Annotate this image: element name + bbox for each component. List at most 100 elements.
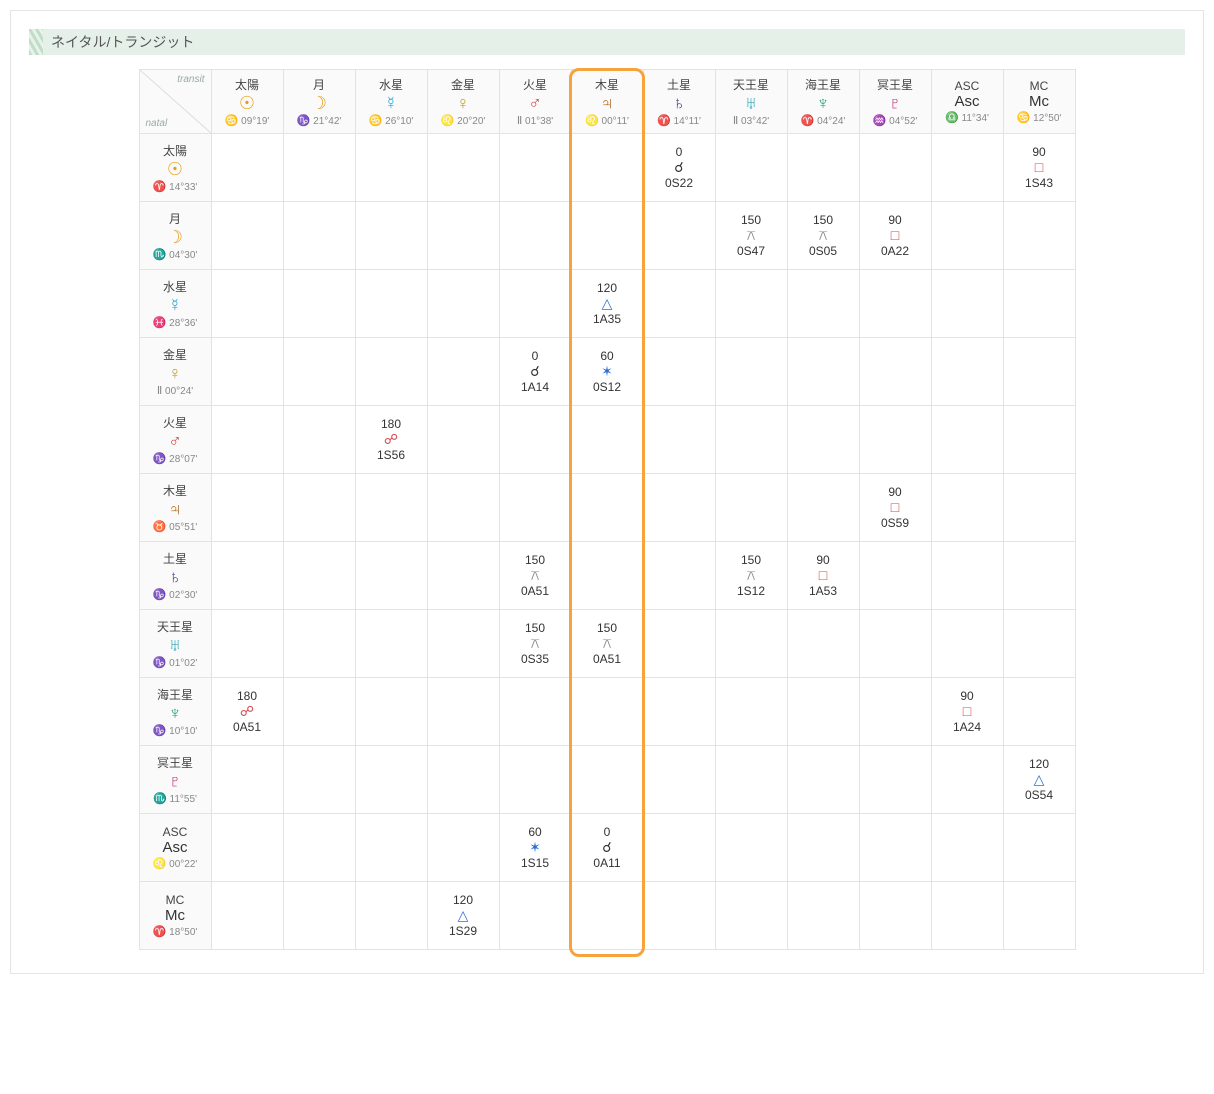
cell-venus-uranus: [715, 338, 787, 406]
cell-moon-asc: [931, 202, 1003, 270]
saturn-icon: ♄: [646, 93, 713, 115]
transit-position: ♌ 20°20': [430, 114, 497, 127]
aspect-orb: 0A11: [574, 856, 641, 870]
cell-saturn-venus: [427, 542, 499, 610]
planet-name: 土星: [646, 76, 713, 93]
natal-position: ♌ 00°22': [142, 857, 209, 870]
cell-uranus-asc: [931, 610, 1003, 678]
cell-mc-jupiter: [571, 882, 643, 950]
cell-asc-sun: [211, 814, 283, 882]
transit-position: ♈ 14°11': [646, 114, 713, 127]
cell-mars-neptune: [787, 406, 859, 474]
planet-name: MC: [142, 893, 209, 907]
planet-name: 海王星: [790, 76, 857, 93]
cell-moon-moon: [283, 202, 355, 270]
col-head-saturn: 土星♄♈ 14°11': [643, 70, 715, 134]
cell-asc-mars: 60✶1S15: [499, 814, 571, 882]
cell-mars-venus: [427, 406, 499, 474]
corner-transit-label: transit: [177, 74, 204, 85]
cell-neptune-pluto: [859, 678, 931, 746]
cell-mercury-mars: [499, 270, 571, 338]
cell-venus-mars: 0☌1A14: [499, 338, 571, 406]
cell-jupiter-uranus: [715, 474, 787, 542]
neptune-icon: ♆: [790, 93, 857, 115]
cell-pluto-saturn: [643, 746, 715, 814]
cell-pluto-pluto: [859, 746, 931, 814]
mars-icon: ♂: [142, 431, 209, 453]
pluto-icon: ♇: [142, 771, 209, 793]
cell-saturn-mars: 150⚻0A51: [499, 542, 571, 610]
cell-mercury-neptune: [787, 270, 859, 338]
cell-neptune-saturn: [643, 678, 715, 746]
cell-asc-uranus: [715, 814, 787, 882]
transit-position: ♑ 21°42': [286, 114, 353, 127]
aspect-conj-icon: ☌: [646, 159, 713, 176]
asc-icon: Asc: [934, 93, 1001, 111]
row-head-moon: 月☽♏ 04°30': [139, 202, 211, 270]
cell-venus-pluto: [859, 338, 931, 406]
aspect-table-wrap: transitnatal太陽☉♋ 09°19'月☽♑ 21°42'水星☿♋ 26…: [139, 69, 1076, 950]
col-head-asc: ASCAsc♎ 11°34': [931, 70, 1003, 134]
col-head-moon: 月☽♑ 21°42': [283, 70, 355, 134]
cell-jupiter-venus: [427, 474, 499, 542]
venus-icon: ♀: [142, 363, 209, 385]
aspect-orb: 1S29: [430, 924, 497, 938]
aspect-degree: 120: [430, 893, 497, 907]
aspect-degree: 150: [502, 621, 569, 635]
neptune-icon: ♆: [142, 703, 209, 725]
cell-saturn-moon: [283, 542, 355, 610]
cell-mc-pluto: [859, 882, 931, 950]
cell-mc-mars: [499, 882, 571, 950]
cell-saturn-mc: [1003, 542, 1075, 610]
row-head-sun: 太陽☉♈ 14°33': [139, 134, 211, 202]
aspect-orb: 0S54: [1006, 788, 1073, 802]
moon-icon: ☽: [286, 93, 353, 115]
row-head-mc: MCMc♈ 18°50': [139, 882, 211, 950]
transit-position: ♋ 09°19': [214, 114, 281, 127]
cell-uranus-mars: 150⚻0S35: [499, 610, 571, 678]
aspect-degree: 150: [574, 621, 641, 635]
aspect-degree: 60: [574, 349, 641, 363]
aspect-degree: 90: [862, 213, 929, 227]
cell-venus-saturn: [643, 338, 715, 406]
cell-mercury-mercury: [355, 270, 427, 338]
cell-pluto-neptune: [787, 746, 859, 814]
col-head-venus: 金星♀♌ 20°20': [427, 70, 499, 134]
cell-neptune-uranus: [715, 678, 787, 746]
jupiter-icon: ♃: [142, 499, 209, 521]
cell-mercury-saturn: [643, 270, 715, 338]
aspect-sex-icon: ✶: [574, 363, 641, 380]
cell-mercury-asc: [931, 270, 1003, 338]
aspect-orb: 1A14: [502, 380, 569, 394]
aspect-degree: 180: [214, 689, 281, 703]
aspect-degree: 90: [790, 553, 857, 567]
mc-icon: Mc: [1006, 93, 1073, 111]
cell-sun-venus: [427, 134, 499, 202]
cell-jupiter-mars: [499, 474, 571, 542]
cell-asc-pluto: [859, 814, 931, 882]
cell-mercury-jupiter: 120△1A35: [571, 270, 643, 338]
cell-uranus-mc: [1003, 610, 1075, 678]
row-head-pluto: 冥王星♇♏ 11°55': [139, 746, 211, 814]
cell-mc-neptune: [787, 882, 859, 950]
natal-position: ♏ 04°30': [142, 248, 209, 261]
cell-neptune-mars: [499, 678, 571, 746]
planet-name: 火星: [142, 414, 209, 431]
cell-mars-sun: [211, 406, 283, 474]
page-frame: ネイタル/トランジット transitnatal太陽☉♋ 09°19'月☽♑ 2…: [10, 10, 1204, 974]
planet-name: 月: [142, 210, 209, 227]
cell-sun-uranus: [715, 134, 787, 202]
natal-position: ♉ 05°51': [142, 520, 209, 533]
aspect-orb: 0A51: [502, 584, 569, 598]
cell-saturn-jupiter: [571, 542, 643, 610]
sun-icon: ☉: [214, 93, 281, 115]
transit-position: ♋ 26°10': [358, 114, 425, 127]
col-head-jupiter: 木星♃♌ 00°11': [571, 70, 643, 134]
aspect-sq-icon: □: [790, 567, 857, 584]
aspect-conj-icon: ☌: [502, 363, 569, 380]
aspect-grid-table: transitnatal太陽☉♋ 09°19'月☽♑ 21°42'水星☿♋ 26…: [139, 69, 1076, 950]
cell-mars-mercury: 180☍1S56: [355, 406, 427, 474]
uranus-icon: ♅: [718, 93, 785, 115]
planet-name: ASC: [142, 825, 209, 839]
natal-position: ♑ 28°07': [142, 452, 209, 465]
